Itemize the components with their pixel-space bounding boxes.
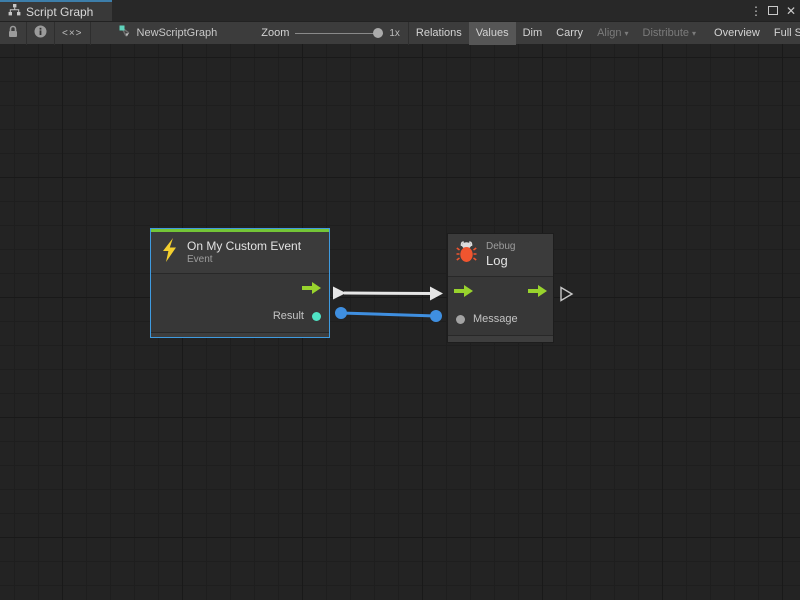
node-header[interactable]: Debug Log xyxy=(448,234,553,276)
node-footer xyxy=(448,335,553,342)
lightning-bolt-icon xyxy=(161,238,178,267)
graph-file-icon xyxy=(119,25,132,41)
distribute-dropdown[interactable]: Distribute ▾ xyxy=(636,22,703,45)
carry-button[interactable]: Carry xyxy=(549,22,590,45)
node-title: Log xyxy=(486,253,515,269)
node-footer xyxy=(151,332,329,337)
port-label: Message xyxy=(473,313,518,325)
node-debug-log[interactable]: Debug Log Message xyxy=(447,233,554,343)
graph-name-label: NewScriptGraph xyxy=(137,27,218,39)
graph-name-breadcrumb[interactable]: NewScriptGraph xyxy=(109,25,228,41)
zoom-slider[interactable] xyxy=(295,28,383,38)
zoom-slider-handle[interactable] xyxy=(373,28,383,38)
node-subtitle: Event xyxy=(187,254,301,267)
zoom-value: 1x xyxy=(389,28,400,39)
value-port-dot xyxy=(456,315,465,324)
chevron-down-icon: ▾ xyxy=(692,29,696,38)
lock-button[interactable] xyxy=(0,22,26,45)
tab-label: Script Graph xyxy=(26,5,93,19)
tab-script-graph[interactable]: Script Graph xyxy=(0,0,112,21)
edit-graph-button[interactable]: <×> xyxy=(55,22,90,45)
info-icon xyxy=(34,25,47,41)
flow-ports-row[interactable] xyxy=(448,281,553,305)
flow-arrow-icon xyxy=(454,284,473,302)
graph-canvas[interactable] xyxy=(0,44,800,600)
close-icon[interactable]: ✕ xyxy=(786,4,796,18)
align-dropdown[interactable]: Align ▾ xyxy=(590,22,635,45)
bug-icon xyxy=(456,240,477,270)
window-menu-icon[interactable]: ⋮ xyxy=(750,4,760,18)
chevron-down-icon: ▾ xyxy=(625,29,629,38)
result-output-port[interactable]: Result xyxy=(151,304,329,328)
toolbar-separator xyxy=(90,22,91,45)
zoom-label: Zoom xyxy=(261,27,289,39)
graph-toolbar: <×> NewScriptGraph Zoom 1x Relations Val… xyxy=(0,21,800,44)
node-on-my-custom-event[interactable]: On My Custom Event Event Result xyxy=(150,228,330,338)
flow-arrow-icon xyxy=(302,281,321,299)
flow-output-port[interactable] xyxy=(151,278,329,302)
port-label: Result xyxy=(273,310,304,322)
message-input-port[interactable]: Message xyxy=(448,307,553,331)
relations-button[interactable]: Relations xyxy=(409,22,469,45)
node-subtitle: Debug xyxy=(486,241,515,254)
fullscreen-button[interactable]: Full Screen xyxy=(767,22,800,45)
node-header[interactable]: On My Custom Event Event xyxy=(151,232,329,273)
overview-button[interactable]: Overview xyxy=(707,22,767,45)
flow-arrow-icon xyxy=(528,284,547,302)
code-icon: <×> xyxy=(62,28,83,39)
value-port-dot xyxy=(312,312,321,321)
tab-bar: Script Graph ⋮ ✕ xyxy=(0,0,800,21)
node-title: On My Custom Event xyxy=(187,239,301,254)
info-button[interactable] xyxy=(27,22,54,45)
dim-button[interactable]: Dim xyxy=(516,22,550,45)
maximize-icon[interactable] xyxy=(768,6,778,15)
lock-icon xyxy=(7,25,19,41)
graph-hierarchy-icon xyxy=(8,3,21,21)
values-button[interactable]: Values xyxy=(469,22,516,45)
